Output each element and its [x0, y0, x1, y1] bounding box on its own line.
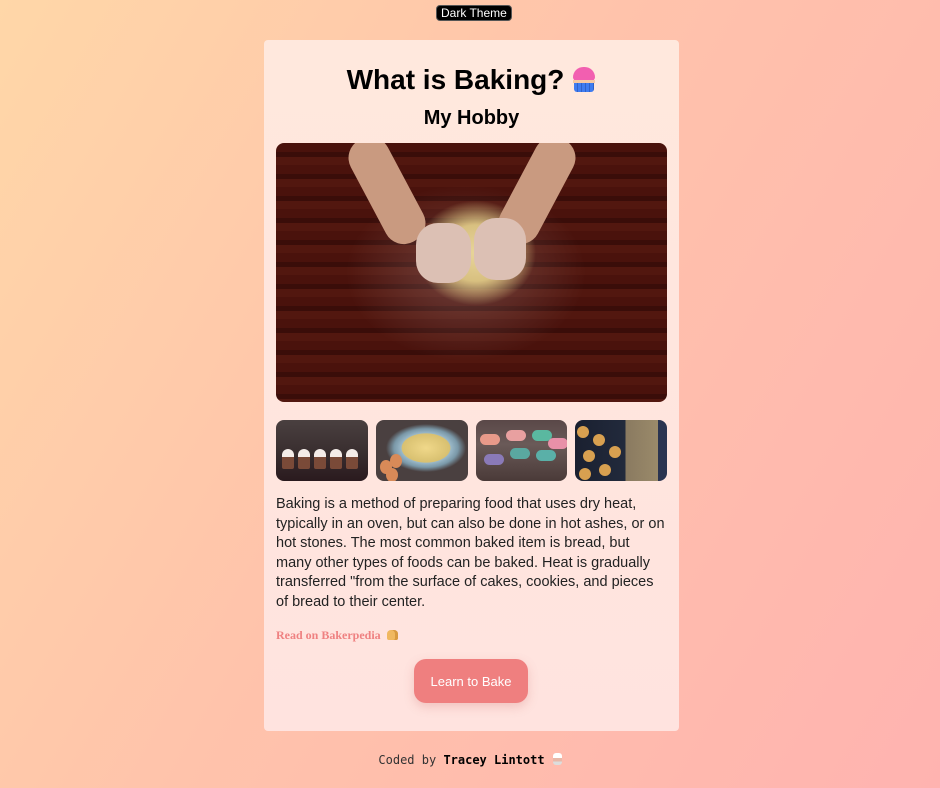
thumbnail-cupcakes[interactable]: [276, 420, 368, 481]
footer-prefix: Coded by: [378, 753, 437, 767]
thumbnail-mixing-batter[interactable]: [375, 420, 468, 481]
learn-to-bake-button[interactable]: Learn to Bake: [414, 659, 528, 703]
page-title: What is Baking?: [264, 64, 679, 96]
chef-icon: [552, 753, 562, 765]
thumbnail-muffins[interactable]: [575, 420, 667, 481]
page-title-text: What is Baking?: [346, 64, 565, 95]
thumbnail-gallery: [276, 420, 667, 481]
read-on-bakerpedia-link[interactable]: Read on Bakerpedia: [276, 628, 398, 643]
hero-image: [276, 143, 667, 402]
bread-icon: [386, 630, 398, 640]
footer-credit: Coded by Tracey Lintott: [0, 753, 940, 767]
cupcake-icon: [572, 65, 596, 93]
description-text: Baking is a method of preparing food tha…: [276, 496, 665, 610]
baking-card: What is Baking? My Hobby Baking is a met…: [264, 40, 679, 731]
read-link-label: Read on Bakerpedia: [276, 628, 381, 642]
thumbnail-macarons[interactable]: [475, 420, 568, 481]
footer-author: Tracey Lintott: [443, 753, 545, 767]
page-subtitle: My Hobby: [423, 107, 520, 129]
dark-theme-toggle[interactable]: Dark Theme: [436, 5, 512, 21]
